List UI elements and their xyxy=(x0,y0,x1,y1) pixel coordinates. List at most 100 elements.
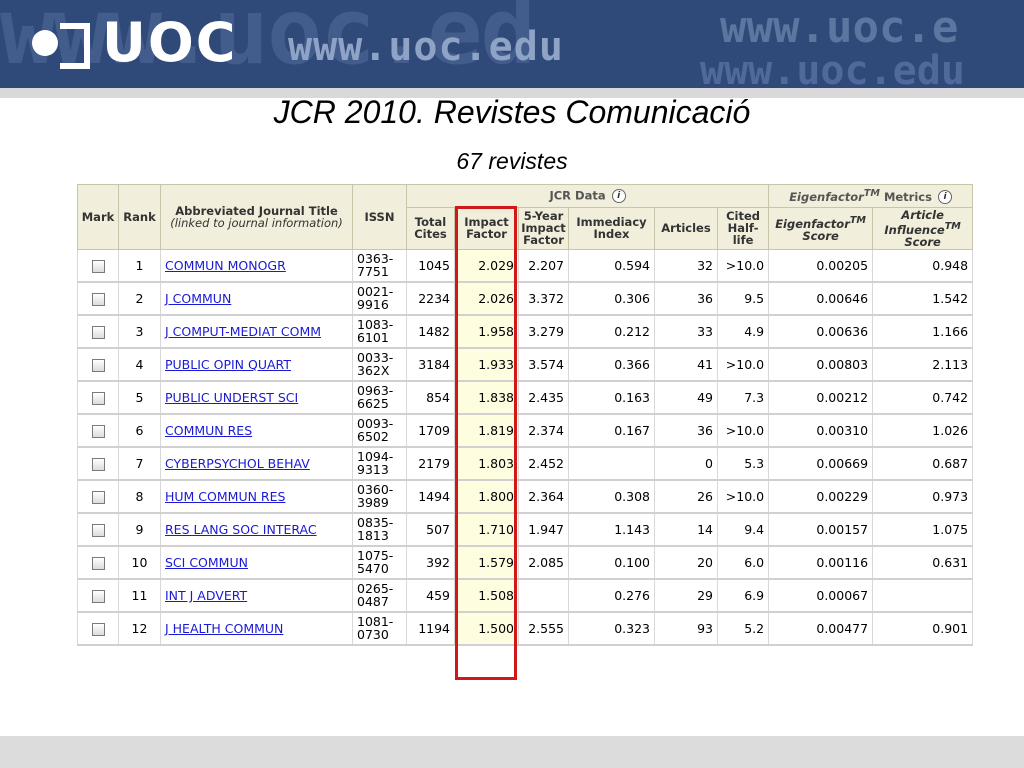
immediacy-cell: 0.308 xyxy=(568,479,655,514)
table-row: 2J COMMUN 0021- 9916 2234 2.026 3.372 0.306 36 9… xyxy=(77,281,974,316)
eigenfactor-cell: 0.00477 xyxy=(768,611,874,646)
mark-checkbox[interactable] xyxy=(91,292,105,306)
five-year-if-cell: 2.374 xyxy=(518,413,569,448)
total-cites-cell: 507 xyxy=(406,512,455,547)
journal-title-link[interactable]: RES LANG SOC INTERAC xyxy=(165,522,317,537)
col-header-mark: Mark xyxy=(77,184,119,250)
col-header-eigen-score: EigenfactorTM Score xyxy=(768,207,874,250)
half-life-cell: >10.0 xyxy=(716,347,770,382)
mark-checkbox[interactable] xyxy=(91,325,105,339)
mark-cell xyxy=(77,512,119,547)
mark-checkbox[interactable] xyxy=(91,490,105,504)
mark-checkbox[interactable] xyxy=(91,523,105,537)
article-influence-cell: 2.113 xyxy=(872,347,974,382)
journal-title-link[interactable]: COMMUN MONOGR xyxy=(165,258,286,273)
eigenfactor-cell: 0.00116 xyxy=(768,545,874,580)
mark-cell xyxy=(77,314,119,349)
mark-checkbox[interactable] xyxy=(91,556,105,570)
eigenfactor-cell: 0.00157 xyxy=(768,512,874,547)
issn-part: 7751 xyxy=(357,264,389,280)
mark-checkbox[interactable] xyxy=(91,259,105,273)
col-header-ai-score: Article InfluenceTM Score xyxy=(872,207,974,250)
five-year-if-cell: 3.574 xyxy=(518,347,569,382)
issn-cell: 1081- 0730 xyxy=(352,611,407,646)
article-influence-cell: 1.542 xyxy=(872,281,974,316)
five-year-if-cell: 1.947 xyxy=(518,512,569,547)
issn-cell: 1075- 5470 xyxy=(352,545,407,580)
journal-title-link[interactable]: SCI COMMUN xyxy=(165,555,248,570)
eigenfactor-cell: 0.00310 xyxy=(768,413,874,448)
group-header-eigen-label: Eigenfactor xyxy=(789,189,864,204)
mark-checkbox[interactable] xyxy=(91,424,105,438)
table-row: 5 PUBLIC UNDERST SCI 0963- 6625 854 1.838 2.43… xyxy=(77,380,974,415)
group-header-eigen: EigenfactorTM Metrics i xyxy=(768,184,974,208)
journal-title-link[interactable]: HUM COMMUN RES xyxy=(165,489,285,504)
title-cell: HUM COMMUN RES xyxy=(160,479,353,514)
article-influence-cell: 0.631 xyxy=(872,545,974,580)
half-life-cell: 7.3 xyxy=(716,380,770,415)
impact-factor-cell: 1.500 xyxy=(454,611,519,646)
five-year-if-cell: 2.435 xyxy=(518,380,569,415)
article-influence-cell: 1.026 xyxy=(872,413,974,448)
mark-checkbox[interactable] xyxy=(91,622,105,636)
info-icon[interactable]: i xyxy=(611,189,626,203)
half-life-cell: >10.0 xyxy=(716,479,770,514)
articles-cell: 36 xyxy=(654,413,718,448)
immediacy-cell xyxy=(568,446,655,481)
journal-title-link[interactable]: J COMPUT-MEDIAT COMM xyxy=(165,324,321,339)
immediacy-cell: 0.366 xyxy=(568,347,655,382)
title-cell: CYBERPSYCHOL BEHAV xyxy=(160,446,353,481)
mark-cell xyxy=(77,413,119,448)
mark-cell xyxy=(77,347,119,382)
col-header-title: Abbreviated Journal Title (linked to jou… xyxy=(160,184,353,250)
mark-checkbox[interactable] xyxy=(91,589,105,603)
half-life-cell: >10.0 xyxy=(716,413,770,448)
journal-title-link[interactable]: COMMUN RES xyxy=(165,423,252,438)
table-row: 6 COMMUN RES 0093- 6502 1709 1.819 2.374 0.167 3… xyxy=(77,413,974,448)
issn-part: 5470 xyxy=(357,561,389,577)
col-header-issn: ISSN xyxy=(352,184,407,250)
journal-title-link[interactable]: PUBLIC OPIN QUART xyxy=(165,357,291,372)
table-row: 11 INT J ADVERT 0265- 0487 459 1.508 0.276 29 6.… xyxy=(77,578,974,613)
col-header-half-life: Cited Half-life xyxy=(716,207,770,250)
issn-part: 9916 xyxy=(357,297,389,313)
journal-title-link[interactable]: INT J ADVERT xyxy=(165,588,247,603)
half-life-cell: 5.3 xyxy=(716,446,770,481)
total-cites-cell: 2234 xyxy=(406,281,455,316)
title-cell: COMMUN RES xyxy=(160,413,353,448)
five-year-if-cell xyxy=(518,578,569,613)
eigenfactor-cell: 0.00205 xyxy=(768,249,874,283)
impact-factor-cell: 1.958 xyxy=(454,314,519,349)
rank-cell: 12 xyxy=(118,611,161,646)
article-influence-cell: 0.687 xyxy=(872,446,974,481)
col-header-5yr-if: 5-Year Impact Factor xyxy=(518,207,569,250)
eigenfactor-cell: 0.00067 xyxy=(768,578,874,613)
issn-part: 6101 xyxy=(357,330,389,346)
articles-cell: 41 xyxy=(654,347,718,382)
article-influence-cell: 0.742 xyxy=(872,380,974,415)
issn-cell: 0093- 6502 xyxy=(352,413,407,448)
article-influence-cell: 1.075 xyxy=(872,512,974,547)
info-icon[interactable]: i xyxy=(937,190,952,205)
mark-checkbox[interactable] xyxy=(91,391,105,405)
journal-title-link[interactable]: J HEALTH COMMUN xyxy=(165,621,283,636)
rank-cell: 11 xyxy=(118,578,161,613)
title-cell: SCI COMMUN xyxy=(160,545,353,580)
journal-title-link[interactable]: J COMMUN xyxy=(165,291,231,306)
col-header-rank: Rank xyxy=(118,184,161,250)
journal-title-link[interactable]: PUBLIC UNDERST SCI xyxy=(165,390,298,405)
issn-cell: 0363- 7751 xyxy=(352,249,407,283)
title-cell: J HEALTH COMMUN xyxy=(160,611,353,646)
articles-cell: 93 xyxy=(654,611,718,646)
issn-part: 0487 xyxy=(357,594,389,610)
group-header-jcr: JCR Data i xyxy=(405,184,770,208)
mark-checkbox[interactable] xyxy=(91,358,105,372)
journal-title-link[interactable]: CYBERPSYCHOL BEHAV xyxy=(165,456,310,471)
impact-factor-cell: 1.803 xyxy=(454,446,519,481)
mark-checkbox[interactable] xyxy=(91,457,105,471)
articles-cell: 49 xyxy=(654,380,718,415)
table-row: 10 SCI COMMUN 1075- 5470 392 1.579 2.085 0.100 2… xyxy=(77,545,974,580)
issn-cell: 0360- 3989 xyxy=(352,479,407,514)
slide-title: JCR 2010. Revistes Comunicació xyxy=(273,94,751,130)
impact-factor-cell: 1.933 xyxy=(454,347,519,382)
